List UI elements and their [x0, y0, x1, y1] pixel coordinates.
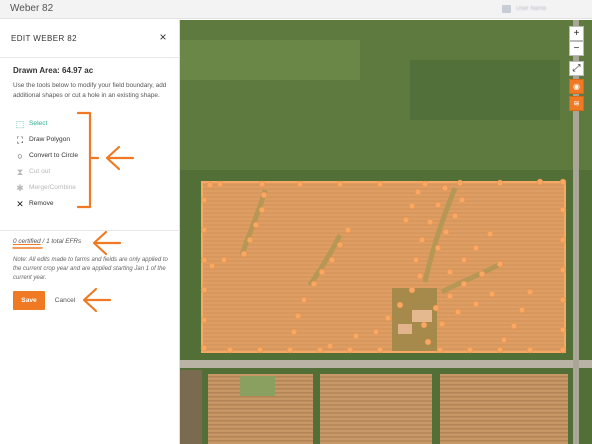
fullscreen-button[interactable]: ⤢: [569, 61, 584, 76]
globe-layer-button[interactable]: ◉: [569, 79, 584, 94]
user-menu[interactable]: User Name: [502, 4, 580, 14]
edit-field-panel: EDIT WEBER 82 × Drawn Area: 64.97 ac Use…: [0, 20, 180, 444]
cut-out-icon: ⧗: [16, 167, 24, 177]
title-bar: Weber 82 User Name: [0, 0, 592, 19]
tool-label: Remove: [29, 200, 54, 207]
certified-count-link[interactable]: 0 certified: [13, 238, 41, 245]
panel-header: EDIT WEBER 82 ×: [0, 20, 180, 58]
tool-label: Select: [29, 120, 48, 127]
cursor-select-icon: ⬚: [15, 119, 25, 129]
close-icon[interactable]: ×: [157, 30, 169, 44]
drawn-area: Drawn Area: 64.97 ac: [13, 66, 94, 75]
polygon-icon: ⛶: [16, 135, 24, 145]
field-boundary: [201, 181, 566, 353]
divider: [0, 230, 180, 231]
instructions-text: Use the tools below to modify your field…: [13, 82, 167, 99]
merge-icon: ✱: [16, 183, 24, 193]
tool-label: Cut out: [29, 168, 51, 175]
layers-button[interactable]: ≋: [569, 96, 584, 111]
edit-note: Note: All edits made to farms and fields…: [13, 257, 168, 281]
window-title: Weber 82: [10, 3, 54, 14]
circle-icon: ○: [17, 151, 23, 161]
panel-title: EDIT WEBER 82: [11, 34, 77, 43]
avatar: [502, 5, 511, 13]
zoom-in-button[interactable]: +: [569, 26, 584, 41]
total-efrs: 1 total EFRs: [46, 238, 82, 245]
save-button[interactable]: Save: [13, 291, 45, 310]
zoom-out-button[interactable]: −: [569, 41, 584, 56]
cancel-button[interactable]: Cancel: [50, 291, 80, 310]
satellite-map[interactable]: [180, 20, 592, 444]
user-name: User Name: [516, 6, 547, 12]
separator: /: [42, 238, 45, 245]
tool-label: Convert to Circle: [29, 152, 79, 159]
remove-icon: ✕: [16, 199, 24, 209]
tool-label: Draw Polygon: [29, 136, 71, 143]
tool-label: Merge/Combine: [29, 184, 76, 191]
map-imagery: [180, 20, 592, 444]
certification-status: 0 certified / 1 total EFRs: [13, 238, 81, 245]
